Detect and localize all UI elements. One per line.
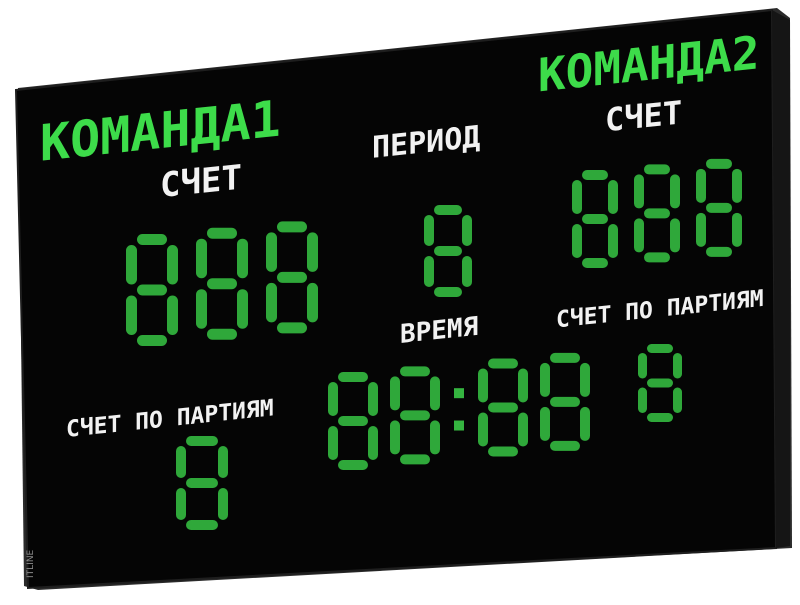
- led-segment: [518, 412, 528, 447]
- led-segment: [550, 396, 580, 407]
- led-segment: [400, 366, 430, 377]
- led-colon-dot: [454, 388, 464, 399]
- led-segment: [634, 174, 644, 209]
- led-segment: [540, 362, 550, 397]
- led-segment: [582, 214, 608, 224]
- led-segment: [478, 412, 488, 447]
- led-segment: [186, 436, 218, 446]
- led-segment: [488, 358, 518, 369]
- led-segment: [488, 446, 518, 457]
- led-segment: [582, 258, 608, 268]
- led-segment: [307, 232, 318, 272]
- led-segment: [732, 212, 742, 247]
- led-segment: [638, 353, 647, 379]
- led-segment: [644, 208, 670, 219]
- led-segment: [696, 212, 706, 247]
- led-segment: [137, 234, 167, 245]
- led-segment: [430, 376, 440, 411]
- led-segment: [400, 410, 430, 421]
- led-segment: [126, 295, 137, 335]
- led-segment: [186, 478, 218, 488]
- led-segment: [550, 352, 580, 363]
- led-segment: [328, 382, 338, 416]
- led-segment: [266, 232, 277, 272]
- led-segment: [207, 278, 237, 290]
- led-segment: [137, 335, 167, 346]
- led-segment: [126, 245, 137, 285]
- led-segment: [673, 387, 682, 413]
- led-segment: [338, 416, 368, 426]
- led-segment: [167, 245, 178, 285]
- led-segment: [647, 413, 673, 422]
- team2-score-label: СЧЕТ: [605, 93, 682, 139]
- led-segment: [644, 164, 670, 175]
- led-segment: [424, 256, 434, 287]
- brand-mark: ITLINE: [26, 549, 36, 578]
- led-segment: [390, 376, 400, 411]
- led-segment: [706, 246, 732, 257]
- led-segment: [196, 238, 207, 279]
- led-segment: [176, 446, 186, 478]
- led-segment: [434, 205, 462, 215]
- led-segment: [706, 202, 732, 213]
- led-segment: [218, 488, 228, 520]
- led-segment: [434, 287, 462, 297]
- led-segment: [696, 168, 706, 203]
- led-segment: [478, 368, 488, 403]
- led-segment: [218, 446, 228, 478]
- led-segment: [706, 158, 732, 169]
- led-colon-dot: [454, 420, 464, 431]
- led-segment: [167, 295, 178, 335]
- led-segment: [434, 246, 462, 256]
- scoreboard-stage: КОМАНДА1 КОМАНДА2 СЧЕТ ПЕРИОД СЧЕТ ВРЕМЯ…: [0, 0, 800, 605]
- led-segment: [266, 282, 277, 323]
- led-segment: [580, 362, 590, 397]
- led-segment: [670, 174, 680, 209]
- led-segment: [368, 382, 378, 416]
- led-segment: [186, 520, 218, 530]
- led-segment: [400, 454, 430, 465]
- led-segment: [518, 368, 528, 403]
- led-segment: [196, 289, 207, 329]
- led-segment: [580, 406, 590, 441]
- led-segment: [608, 180, 618, 214]
- led-segment: [673, 353, 682, 379]
- led-segment: [137, 284, 167, 296]
- led-segment: [390, 420, 400, 455]
- led-segment: [207, 328, 237, 340]
- led-segment: [237, 238, 248, 279]
- led-segment: [572, 224, 582, 258]
- led-segment: [277, 221, 307, 233]
- led-segment: [462, 256, 472, 287]
- led-segment: [647, 344, 673, 353]
- led-segment: [540, 406, 550, 441]
- led-segment: [328, 426, 338, 460]
- led-segment: [638, 387, 647, 413]
- led-segment: [608, 224, 618, 258]
- led-segment: [176, 488, 186, 520]
- led-segment: [647, 378, 673, 388]
- led-segment: [634, 218, 644, 253]
- led-segment: [424, 215, 434, 246]
- led-segment: [277, 271, 307, 283]
- scoreboard-display: КОМАНДА1 КОМАНДА2 СЧЕТ ПЕРИОД СЧЕТ ВРЕМЯ…: [14, 8, 792, 590]
- led-segment: [338, 460, 368, 470]
- led-segment: [237, 289, 248, 329]
- led-segment: [732, 168, 742, 203]
- led-segment: [488, 402, 518, 413]
- led-segment: [368, 426, 378, 460]
- led-segment: [430, 420, 440, 455]
- led-segment: [550, 440, 580, 451]
- led-segment: [277, 322, 307, 334]
- led-segment: [207, 227, 237, 239]
- led-segment: [307, 282, 318, 323]
- led-segment: [572, 180, 582, 214]
- led-segment: [644, 252, 670, 263]
- led-segment: [670, 218, 680, 253]
- led-segment: [582, 170, 608, 180]
- led-segment: [338, 372, 368, 382]
- led-segment: [462, 215, 472, 246]
